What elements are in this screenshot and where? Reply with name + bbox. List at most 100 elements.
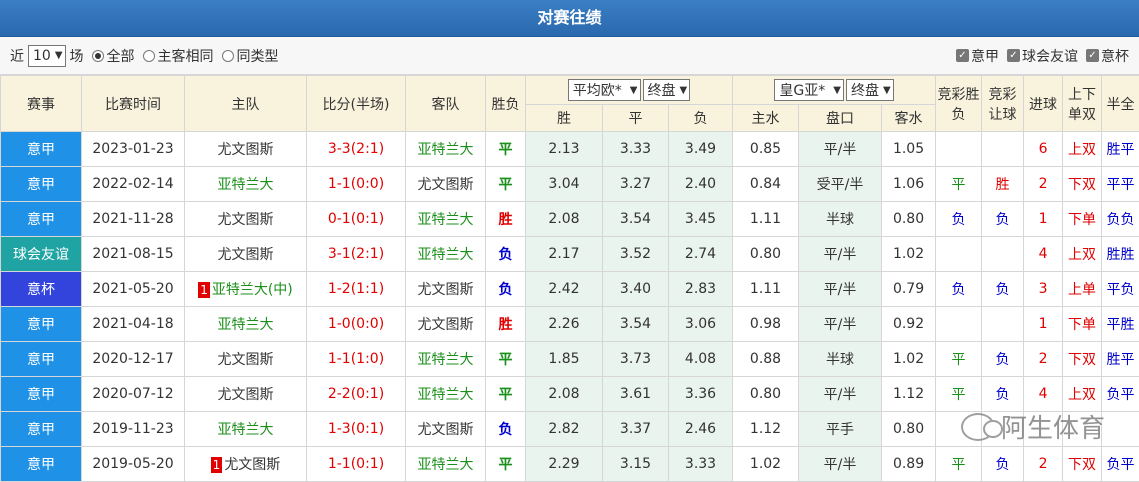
asia-home-water-cell[interactable]: 1.02 — [733, 447, 799, 482]
score-cell[interactable]: 1-1(0:0) — [307, 167, 406, 202]
home-team-cell[interactable]: 尤文图斯 — [185, 202, 307, 237]
home-team-cell[interactable]: 尤文图斯 — [185, 342, 307, 377]
odds-lose-cell[interactable]: 3.49 — [669, 132, 733, 167]
asia-home-water-cell[interactable]: 1.12 — [733, 412, 799, 447]
asia-handicap-cell[interactable]: 平/半 — [799, 132, 882, 167]
odds-win-cell[interactable]: 1.85 — [526, 342, 603, 377]
odds-draw-cell[interactable]: 3.73 — [603, 342, 669, 377]
asia-home-water-cell[interactable]: 1.11 — [733, 272, 799, 307]
odds-win-cell[interactable]: 2.08 — [526, 202, 603, 237]
asia-home-water-cell[interactable]: 0.84 — [733, 167, 799, 202]
checkbox-friendly[interactable]: ✓ — [1007, 49, 1020, 62]
asia-home-water-cell[interactable]: 0.80 — [733, 377, 799, 412]
league-cell[interactable]: 意甲 — [1, 202, 82, 237]
score-cell[interactable]: 1-3(0:1) — [307, 412, 406, 447]
odds-win-cell[interactable]: 2.29 — [526, 447, 603, 482]
table-row[interactable]: 意甲2019-05-201尤文图斯1-1(0:1)亚特兰大平2.293.153.… — [1, 447, 1139, 482]
odds-lose-cell[interactable]: 4.08 — [669, 342, 733, 377]
table-row[interactable]: 意甲2020-07-12尤文图斯2-2(0:1)亚特兰大平2.083.613.3… — [1, 377, 1139, 412]
radio-all[interactable] — [92, 50, 104, 62]
asia-away-water-cell[interactable]: 0.80 — [882, 202, 936, 237]
home-team-cell[interactable]: 亚特兰大 — [185, 167, 307, 202]
asia-company-select[interactable]: 皇G亚*▼ — [774, 79, 844, 101]
league-cell[interactable]: 意甲 — [1, 377, 82, 412]
asia-handicap-cell[interactable]: 平手 — [799, 412, 882, 447]
score-cell[interactable]: 1-2(1:1) — [307, 272, 406, 307]
away-team-cell[interactable]: 尤文图斯 — [406, 412, 486, 447]
asia-away-water-cell[interactable]: 1.02 — [882, 342, 936, 377]
away-team-cell[interactable]: 亚特兰大 — [406, 342, 486, 377]
league-cell[interactable]: 意甲 — [1, 447, 82, 482]
away-team-cell[interactable]: 亚特兰大 — [406, 377, 486, 412]
asia-away-water-cell[interactable]: 0.79 — [882, 272, 936, 307]
away-team-cell[interactable]: 亚特兰大 — [406, 237, 486, 272]
home-team-cell[interactable]: 亚特兰大 — [185, 307, 307, 342]
recent-count-select[interactable]: 10▼ — [28, 45, 66, 67]
score-cell[interactable]: 0-1(0:1) — [307, 202, 406, 237]
table-row[interactable]: 意甲2022-02-14亚特兰大1-1(0:0)尤文图斯平3.043.272.4… — [1, 167, 1139, 202]
odds-draw-cell[interactable]: 3.33 — [603, 132, 669, 167]
odds-draw-cell[interactable]: 3.40 — [603, 272, 669, 307]
odds-win-cell[interactable]: 3.04 — [526, 167, 603, 202]
league-cell[interactable]: 意甲 — [1, 167, 82, 202]
odds-draw-cell[interactable]: 3.54 — [603, 307, 669, 342]
asia-home-water-cell[interactable]: 0.88 — [733, 342, 799, 377]
odds-draw-cell[interactable]: 3.27 — [603, 167, 669, 202]
asia-handicap-cell[interactable]: 平/半 — [799, 307, 882, 342]
odds-draw-cell[interactable]: 3.61 — [603, 377, 669, 412]
asia-handicap-cell[interactable]: 平/半 — [799, 272, 882, 307]
home-team-cell[interactable]: 亚特兰大 — [185, 412, 307, 447]
score-cell[interactable]: 2-2(0:1) — [307, 377, 406, 412]
away-team-cell[interactable]: 尤文图斯 — [406, 272, 486, 307]
home-team-cell[interactable]: 尤文图斯 — [185, 237, 307, 272]
asia-type-select[interactable]: 终盘▼ — [846, 79, 894, 101]
odds-win-cell[interactable]: 2.13 — [526, 132, 603, 167]
odds-win-cell[interactable]: 2.26 — [526, 307, 603, 342]
asia-away-water-cell[interactable]: 1.12 — [882, 377, 936, 412]
asia-home-water-cell[interactable]: 0.85 — [733, 132, 799, 167]
asia-handicap-cell[interactable]: 受平/半 — [799, 167, 882, 202]
asia-home-water-cell[interactable]: 0.98 — [733, 307, 799, 342]
odds-win-cell[interactable]: 2.17 — [526, 237, 603, 272]
league-cell[interactable]: 球会友谊 — [1, 237, 82, 272]
away-team-cell[interactable]: 尤文图斯 — [406, 307, 486, 342]
radio-same-type[interactable] — [222, 50, 234, 62]
asia-home-water-cell[interactable]: 0.80 — [733, 237, 799, 272]
asia-away-water-cell[interactable]: 0.80 — [882, 412, 936, 447]
score-cell[interactable]: 3-1(2:1) — [307, 237, 406, 272]
euro-type-select[interactable]: 终盘▼ — [643, 79, 691, 101]
asia-handicap-cell[interactable]: 半球 — [799, 202, 882, 237]
table-row[interactable]: 意杯2021-05-201亚特兰大(中)1-2(1:1)尤文图斯负2.423.4… — [1, 272, 1139, 307]
odds-lose-cell[interactable]: 3.36 — [669, 377, 733, 412]
asia-away-water-cell[interactable]: 1.02 — [882, 237, 936, 272]
odds-lose-cell[interactable]: 2.40 — [669, 167, 733, 202]
odds-win-cell[interactable]: 2.42 — [526, 272, 603, 307]
odds-draw-cell[interactable]: 3.52 — [603, 237, 669, 272]
odds-draw-cell[interactable]: 3.37 — [603, 412, 669, 447]
asia-home-water-cell[interactable]: 1.11 — [733, 202, 799, 237]
odds-lose-cell[interactable]: 2.83 — [669, 272, 733, 307]
odds-lose-cell[interactable]: 2.74 — [669, 237, 733, 272]
euro-company-select[interactable]: 平均欧*▼ — [568, 79, 641, 101]
away-team-cell[interactable]: 亚特兰大 — [406, 202, 486, 237]
checkbox-coppa[interactable]: ✓ — [1086, 49, 1099, 62]
odds-draw-cell[interactable]: 3.15 — [603, 447, 669, 482]
table-row[interactable]: 意甲2020-12-17尤文图斯1-1(1:0)亚特兰大平1.853.734.0… — [1, 342, 1139, 377]
home-team-cell[interactable]: 1尤文图斯 — [185, 447, 307, 482]
asia-handicap-cell[interactable]: 平/半 — [799, 447, 882, 482]
score-cell[interactable]: 3-3(2:1) — [307, 132, 406, 167]
odds-win-cell[interactable]: 2.82 — [526, 412, 603, 447]
odds-win-cell[interactable]: 2.08 — [526, 377, 603, 412]
table-row[interactable]: 意甲2023-01-23尤文图斯3-3(2:1)亚特兰大平2.133.333.4… — [1, 132, 1139, 167]
league-cell[interactable]: 意甲 — [1, 342, 82, 377]
asia-away-water-cell[interactable]: 0.89 — [882, 447, 936, 482]
league-cell[interactable]: 意甲 — [1, 307, 82, 342]
odds-lose-cell[interactable]: 3.45 — [669, 202, 733, 237]
away-team-cell[interactable]: 尤文图斯 — [406, 167, 486, 202]
asia-away-water-cell[interactable]: 1.06 — [882, 167, 936, 202]
away-team-cell[interactable]: 亚特兰大 — [406, 132, 486, 167]
table-row[interactable]: 意甲2021-11-28尤文图斯0-1(0:1)亚特兰大胜2.083.543.4… — [1, 202, 1139, 237]
table-row[interactable]: 球会友谊2021-08-15尤文图斯3-1(2:1)亚特兰大负2.173.522… — [1, 237, 1139, 272]
score-cell[interactable]: 1-1(0:1) — [307, 447, 406, 482]
odds-lose-cell[interactable]: 3.33 — [669, 447, 733, 482]
